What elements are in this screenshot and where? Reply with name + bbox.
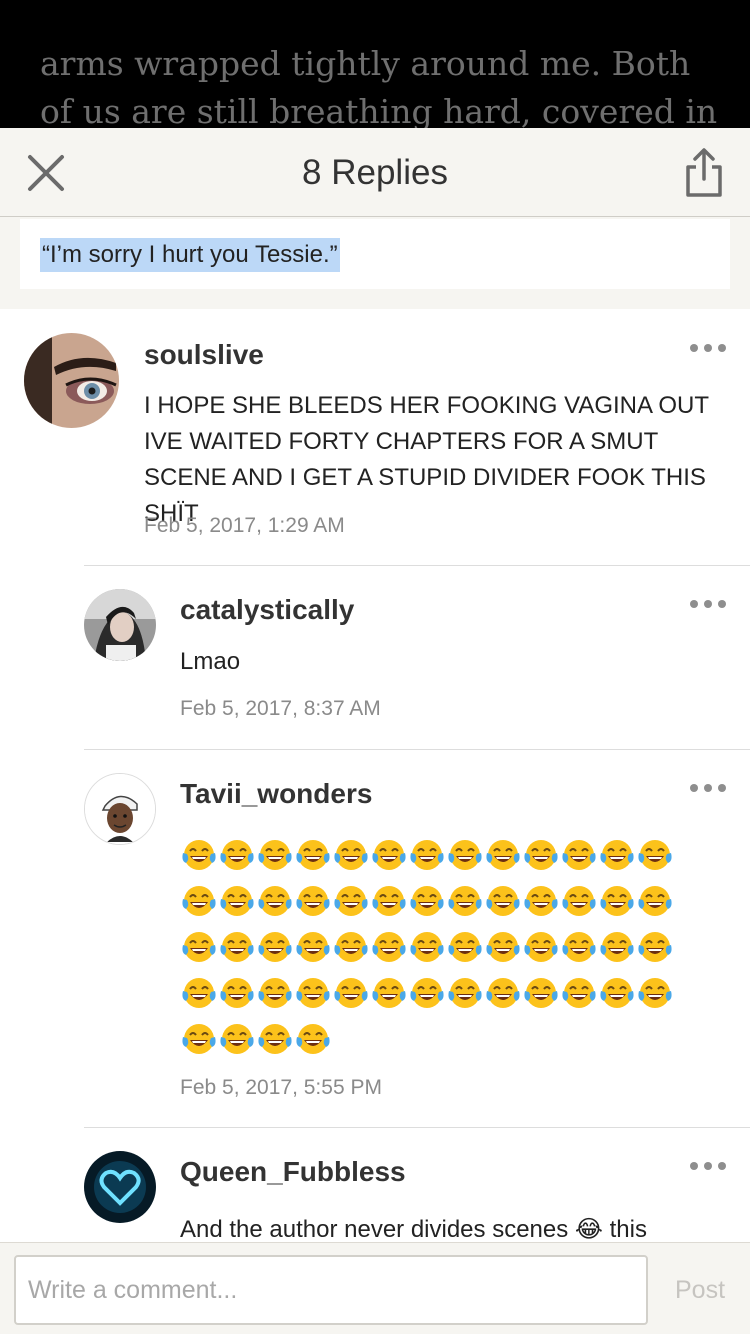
comment-username[interactable]: soulslive (144, 339, 264, 371)
emoji-row (180, 974, 680, 1020)
laughing-emoji-icon (600, 932, 634, 962)
laughing-emoji-icon (258, 840, 292, 870)
laughing-emoji-icon (600, 886, 634, 916)
laughing-emoji-icon (524, 932, 558, 962)
emoji-row (180, 928, 680, 974)
laughing-emoji-icon (638, 886, 672, 916)
post-button[interactable]: Post (660, 1255, 740, 1325)
laughing-emoji-icon (638, 932, 672, 962)
avatar[interactable] (24, 333, 119, 428)
laughing-emoji-icon (448, 886, 482, 916)
comment-item: soulslive I HOPE SHE BLEEDS HER FOOKING … (0, 309, 750, 565)
laughing-emoji-icon (296, 932, 330, 962)
laughing-emoji-icon (562, 932, 596, 962)
laughing-emoji-icon (296, 886, 330, 916)
laughing-emoji-icon (486, 886, 520, 916)
laughing-emoji-icon (410, 932, 444, 962)
comment-item: Tavii_wonders Feb 5, 2017, 5:55 PM (0, 750, 750, 1127)
comment-item: Queen_Fubbless And the author never divi… (0, 1128, 750, 1242)
replies-header: 8 Replies (0, 128, 750, 217)
laughing-emoji-icon (600, 840, 634, 870)
comment-username[interactable]: Tavii_wonders (180, 778, 372, 810)
comment-text: And the author never divides scenes 😂 th… (180, 1216, 647, 1242)
avatar[interactable] (84, 773, 156, 845)
emoji-row (180, 1020, 680, 1066)
laughing-emoji-icon (638, 840, 672, 870)
laughing-emoji-icon (372, 840, 406, 870)
laughing-emoji-icon (562, 886, 596, 916)
laughing-emoji-icon (334, 932, 368, 962)
laughing-emoji-icon (182, 978, 216, 1008)
laughing-emoji-icon (562, 840, 596, 870)
laughing-emoji-icon (448, 932, 482, 962)
comment-date: Feb 5, 2017, 5:55 PM (180, 1076, 382, 1099)
laughing-emoji-icon (296, 978, 330, 1008)
comment-input[interactable] (14, 1255, 648, 1325)
laughing-emoji-icon (524, 886, 558, 916)
laughing-emoji-icon (334, 886, 368, 916)
laughing-emoji-icon (296, 1024, 330, 1054)
comment-list[interactable]: soulslive I HOPE SHE BLEEDS HER FOOKING … (0, 309, 750, 1242)
laughing-emoji-icon (372, 932, 406, 962)
laughing-emoji-icon (486, 978, 520, 1008)
laughing-emoji-icon (182, 886, 216, 916)
laughing-emoji-icon (220, 1024, 254, 1054)
more-options-icon[interactable] (688, 338, 728, 358)
laughing-emoji-icon (638, 978, 672, 1008)
quote-section: “I’m sorry I hurt you Tessie.” (0, 217, 750, 309)
comment-composer: Post (0, 1242, 750, 1334)
laughing-emoji-icon (410, 978, 444, 1008)
avatar[interactable] (84, 1151, 156, 1223)
laughing-emoji-icon (296, 840, 330, 870)
more-options-icon[interactable] (688, 594, 728, 614)
laughing-emoji-icon (448, 978, 482, 1008)
reader-background: arms wrapped tightly around me. Both of … (0, 0, 750, 128)
laughing-emoji-icon (258, 932, 292, 962)
emoji-row (180, 882, 680, 928)
laughing-emoji-icon (334, 840, 368, 870)
laughing-emoji-icon (334, 978, 368, 1008)
laughing-emoji-icon (182, 932, 216, 962)
comment-date: Feb 5, 2017, 8:37 AM (180, 697, 381, 720)
laughing-emoji-icon (182, 840, 216, 870)
laughing-emoji-icon (220, 840, 254, 870)
comment-username[interactable]: catalystically (180, 594, 354, 626)
share-icon[interactable] (682, 147, 726, 199)
laughing-emoji-icon (372, 978, 406, 1008)
laughing-emoji-icon (486, 840, 520, 870)
page-title: 8 Replies (302, 153, 448, 192)
laughing-emoji-icon (410, 840, 444, 870)
laughing-emoji-icon (220, 978, 254, 1008)
comment-text: Lmao (180, 648, 241, 675)
laughing-emoji-icon (182, 1024, 216, 1054)
emoji-comment (180, 836, 680, 1066)
laughing-emoji-icon (600, 978, 634, 1008)
comment-username[interactable]: Queen_Fubbless (180, 1156, 406, 1188)
comment-item: catalystically Lmao Feb 5, 2017, 8:37 AM (0, 566, 750, 749)
reader-text: arms wrapped tightly around me. Both of … (40, 44, 718, 128)
laughing-emoji-icon (220, 932, 254, 962)
laughing-emoji-icon (372, 886, 406, 916)
laughing-emoji-icon (486, 932, 520, 962)
laughing-emoji-icon (562, 978, 596, 1008)
laughing-emoji-icon (258, 1024, 292, 1054)
laughing-emoji-icon (524, 840, 558, 870)
laughing-emoji-icon (448, 840, 482, 870)
comment-text: I HOPE SHE BLEEDS HER FOOKING VAGINA OUT… (144, 392, 709, 527)
more-options-icon[interactable] (688, 778, 728, 798)
emoji-row (180, 836, 680, 882)
laughing-emoji-icon (410, 886, 444, 916)
laughing-emoji-icon (258, 886, 292, 916)
laughing-emoji-icon (258, 978, 292, 1008)
more-options-icon[interactable] (688, 1156, 728, 1176)
laughing-emoji-icon (524, 978, 558, 1008)
avatar[interactable] (84, 589, 156, 661)
laughing-emoji-icon (220, 886, 254, 916)
comment-date: Feb 5, 2017, 1:29 AM (144, 514, 345, 537)
quoted-text: “I’m sorry I hurt you Tessie.” (40, 238, 340, 272)
quote-box: “I’m sorry I hurt you Tessie.” (20, 219, 730, 289)
